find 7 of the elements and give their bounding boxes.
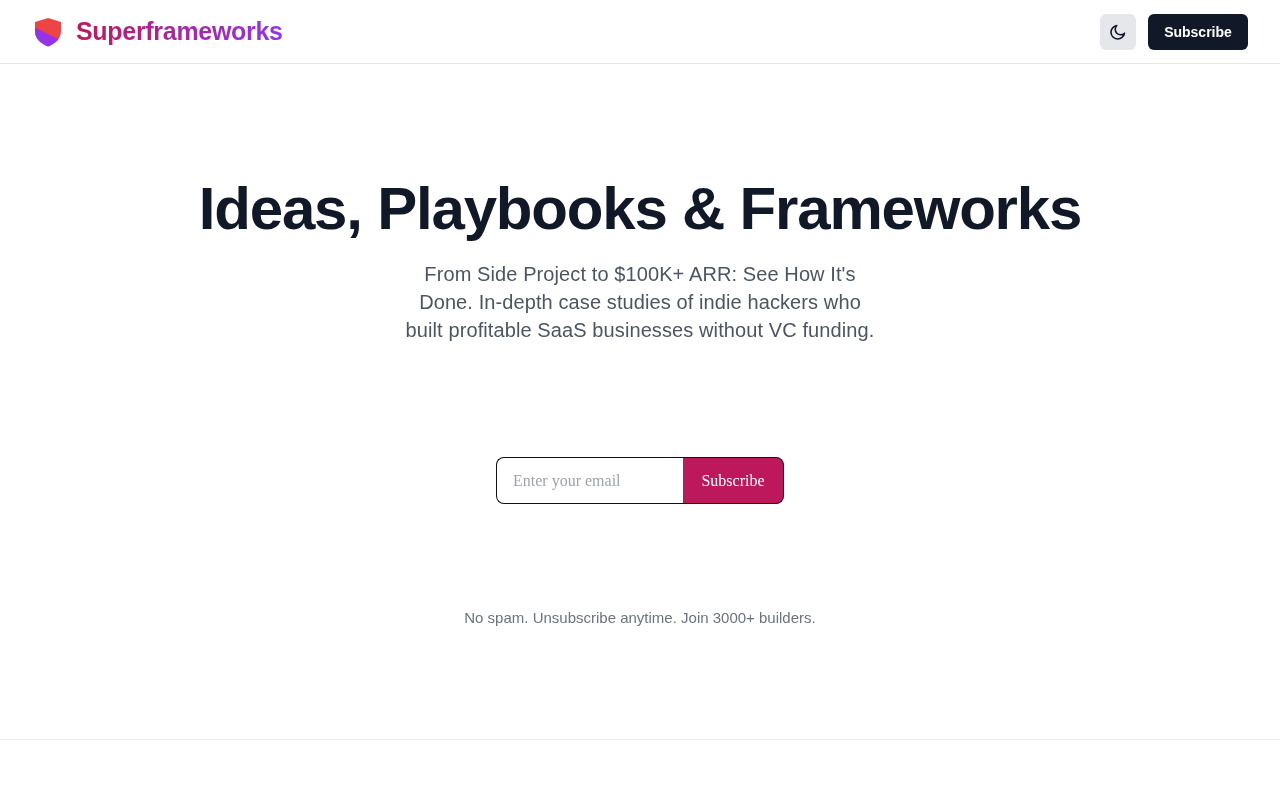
privacy-note: No spam. Unsubscribe anytime. Join 3000+ builders. xyxy=(464,609,816,626)
hero-subtitle: From Side Project to $100K+ ARR: See How It's Done. In-depth case studies of indie hackers who built profitable SaaS businesses without VC funding. xyxy=(404,262,876,343)
moon-icon xyxy=(1109,22,1127,41)
hero-title: Ideas, Playbooks & Frameworks xyxy=(198,174,1082,244)
subscribe-button[interactable]: Subscribe xyxy=(1148,13,1248,50)
shield-logo-icon xyxy=(34,16,62,47)
dark-mode-toggle[interactable] xyxy=(1100,13,1136,50)
